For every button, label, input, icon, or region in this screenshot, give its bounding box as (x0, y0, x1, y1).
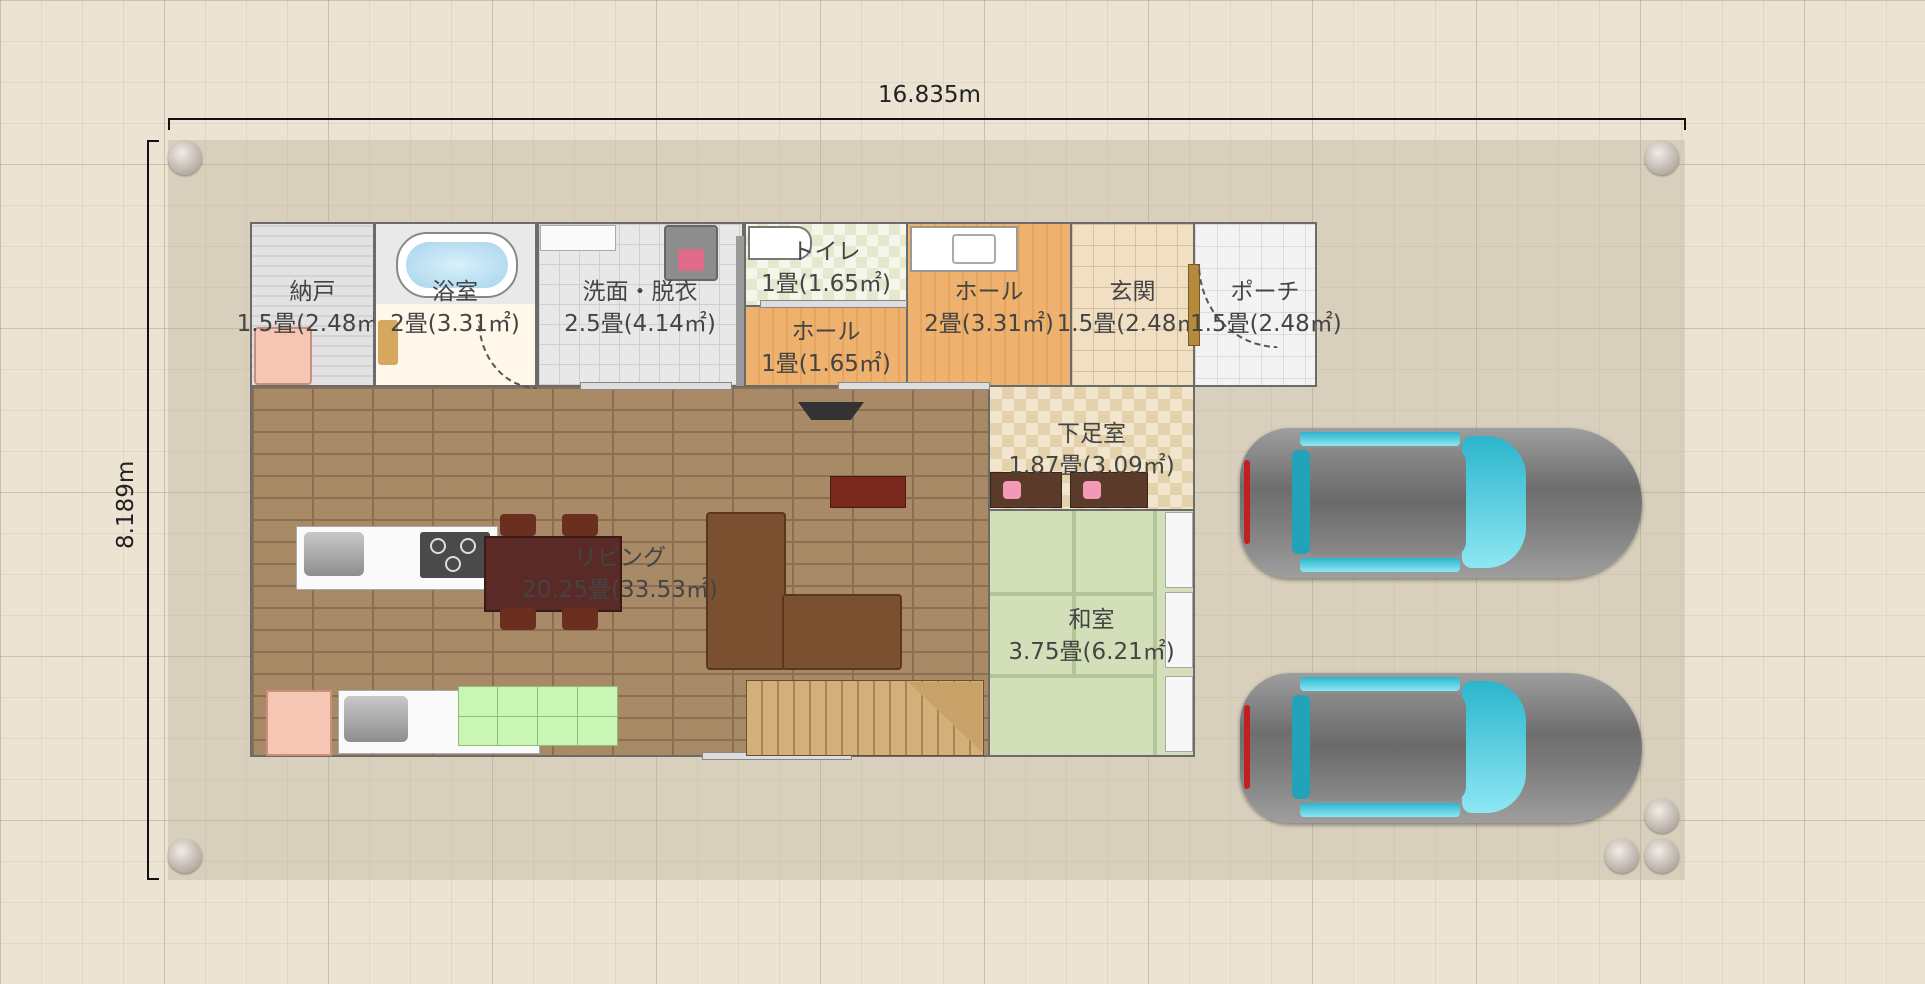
width-dimension-label: 16.835m (878, 82, 981, 108)
room-name: 洗面・脱衣 (582, 279, 698, 305)
closet-icon (1165, 676, 1193, 752)
room-area: 1.5畳(2.48㎡) (1190, 311, 1342, 337)
room-area: 3.75畳(6.21㎡) (1008, 639, 1175, 665)
height-dimension-tick-top (147, 140, 159, 142)
car-windshield (1462, 436, 1526, 568)
shelf-icon (540, 225, 616, 251)
room-living-label: リビング 20.25畳(33.53㎡) (500, 542, 740, 606)
fridge-icon (266, 690, 332, 756)
washing-machine-icon (664, 225, 718, 281)
room-name: ポーチ (1230, 279, 1300, 305)
room-area: 1畳(1.65㎡) (761, 351, 891, 377)
room-name: 下足室 (1057, 421, 1126, 447)
car-roof (1304, 448, 1466, 556)
stove-icon (420, 532, 490, 578)
room-name: トイレ (791, 239, 861, 265)
room-area: 2.5畳(4.14㎡) (564, 311, 716, 337)
dining-chair[interactable] (562, 514, 598, 536)
room-senmen-label: 洗面・脱衣 2.5畳(4.14㎡) (540, 276, 740, 340)
height-dimension-line (147, 140, 149, 880)
car-side-window (1300, 558, 1460, 572)
car-taillight (1244, 705, 1250, 789)
car-roof (1304, 693, 1466, 801)
room-yokushitsu-label: 浴室 2畳(3.31㎡) (380, 276, 530, 340)
car-side-window (1300, 432, 1460, 446)
boundary-post[interactable] (168, 839, 202, 873)
partition-wall (736, 236, 744, 386)
sliding-door[interactable] (838, 382, 990, 390)
boundary-post[interactable] (1645, 799, 1679, 833)
room-name: ホール (791, 319, 861, 345)
room-name: 浴室 (432, 279, 478, 305)
dining-chair[interactable] (500, 608, 536, 630)
room-area: 1.87畳(3.09㎡) (1008, 453, 1175, 479)
sink-icon (910, 226, 1018, 272)
room-area: 2畳(3.31㎡) (390, 311, 520, 337)
height-dimension-label: 8.189m (113, 460, 139, 549)
car-taillight (1244, 460, 1250, 544)
boundary-post[interactable] (1645, 141, 1679, 175)
boundary-post[interactable] (168, 141, 202, 175)
car-side-window (1300, 803, 1460, 817)
car-rear-window (1292, 450, 1310, 554)
boundary-post[interactable] (1645, 839, 1679, 873)
room-hall-label: ホール 2畳(3.31㎡) (906, 276, 1072, 340)
boundary-post[interactable] (1605, 839, 1639, 873)
room-area: 20.25畳(33.53㎡) (522, 577, 718, 603)
cupboard-icon (458, 686, 618, 746)
width-dimension-tick-left (168, 118, 170, 130)
room-area: 1畳(1.65㎡) (761, 271, 891, 297)
sofa[interactable] (782, 594, 902, 670)
room-washitsu-label: 和室 3.75畳(6.21㎡) (988, 604, 1195, 668)
dining-chair[interactable] (562, 608, 598, 630)
room-hall-small-label: ホール 1畳(1.65㎡) (744, 316, 908, 380)
room-name: ホール (954, 279, 1024, 305)
room-toilet-label: トイレ 1畳(1.65㎡) (744, 236, 908, 300)
tatami-seam (990, 674, 1155, 678)
car-windshield (1462, 681, 1526, 813)
room-area: 1.5畳(2.48㎡) (236, 311, 389, 337)
room-area: 2畳(3.31㎡) (924, 311, 1054, 337)
car-side-window (1300, 677, 1460, 691)
closet-icon (1165, 512, 1193, 588)
room-name: リビング (574, 545, 666, 571)
width-dimension-line (168, 118, 1685, 120)
room-name: 和室 (1068, 607, 1115, 633)
kitchen-sink-icon (304, 532, 364, 576)
tatami-seam (990, 592, 1155, 596)
car[interactable] (1240, 665, 1642, 831)
width-dimension-tick-right (1684, 118, 1686, 130)
sliding-door[interactable] (760, 300, 907, 308)
sliding-door[interactable] (580, 382, 732, 390)
room-name: 納戸 (289, 279, 336, 305)
room-shitasokushitsu-label: 下足室 1.87畳(3.09㎡) (988, 418, 1195, 482)
height-dimension-tick-bottom (147, 878, 159, 880)
car[interactable] (1240, 420, 1642, 586)
car-rear-window (1292, 695, 1310, 799)
dining-chair[interactable] (500, 514, 536, 536)
sink-icon (344, 696, 408, 742)
room-porch-label: ポーチ 1.5畳(2.48㎡) (1190, 276, 1342, 340)
tv-board[interactable] (830, 476, 906, 508)
room-nando-label: 納戸 1.5畳(2.48㎡) (230, 276, 395, 340)
